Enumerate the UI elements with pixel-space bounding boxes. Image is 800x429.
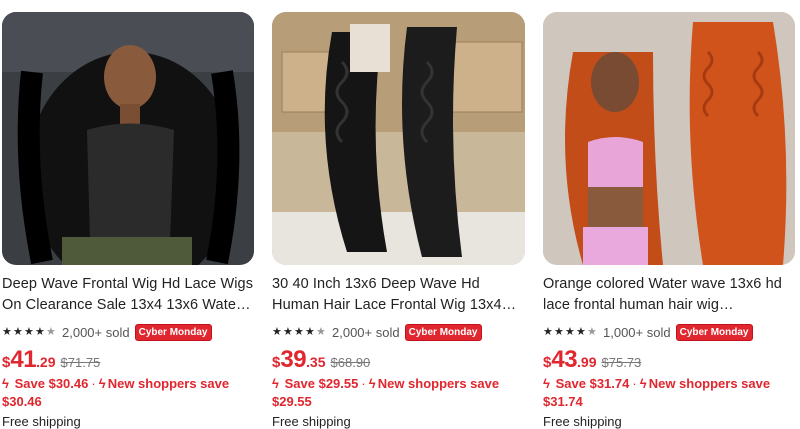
star-rating: ★ ★ ★ ★ ★: [2, 325, 57, 338]
price-currency: $: [543, 354, 552, 371]
lightning-icon: ϟ: [368, 376, 376, 391]
new-shopper-amount: $29.55: [272, 394, 312, 409]
original-price: $75.73: [601, 355, 642, 370]
star-icon: ★: [35, 325, 45, 338]
star-rating: ★ ★ ★ ★ ★: [543, 325, 598, 338]
new-shopper-amount: $30.46: [2, 394, 42, 409]
price-whole: 39: [280, 346, 307, 373]
rating-row: ★ ★ ★ ★ ★ 1,000+ sold Cyber Monday: [543, 323, 795, 341]
price-currency: $: [2, 354, 11, 371]
product-card[interactable]: Orange colored Water wave 13x6 hd lace f…: [543, 12, 795, 429]
product-image[interactable]: [2, 12, 254, 265]
shipping-label: Free shipping: [543, 414, 622, 429]
price-whole: 43: [551, 346, 578, 373]
lightning-icon: ϟ: [272, 376, 279, 391]
lightning-icon: ϟ: [98, 376, 106, 391]
star-half-icon: ★: [316, 325, 326, 338]
separator-dot: ·: [632, 376, 637, 391]
separator-dot: ·: [361, 376, 366, 391]
sold-count: 2,000+ sold: [62, 324, 130, 340]
new-shopper-amount: $31.74: [543, 394, 583, 409]
rating-row: ★ ★ ★ ★ ★ 2,000+ sold Cyber Monday: [2, 323, 254, 341]
product-card[interactable]: 30 40 Inch 13x6 Deep Wave Hd Human Hair …: [272, 12, 525, 429]
star-icon: ★: [576, 325, 586, 338]
lightning-icon: ϟ: [2, 376, 9, 391]
star-icon: ★: [543, 325, 553, 338]
star-icon: ★: [2, 325, 12, 338]
price-whole: 41: [10, 346, 37, 373]
product-title[interactable]: 30 40 Inch 13x6 Deep Wave Hd Human Hair …: [272, 274, 525, 316]
price: $ 39 .35 $68.90: [272, 346, 525, 373]
promo-badge: Cyber Monday: [404, 323, 482, 341]
separator-dot: ·: [91, 376, 96, 391]
price-cents: .29: [36, 354, 56, 370]
shipping-label: Free shipping: [2, 414, 81, 429]
star-half-icon: ★: [46, 325, 56, 338]
savings-line: ϟ Save $30.46 · ϟ New shoppers save $30.46: [2, 375, 254, 411]
price-cents: .99: [577, 354, 597, 370]
promo-badge: Cyber Monday: [675, 323, 753, 341]
save-amount: Save $29.55: [284, 376, 359, 391]
price-currency: $: [272, 354, 281, 371]
star-half-icon: ★: [587, 325, 597, 338]
sold-count: 1,000+ sold: [603, 324, 671, 340]
product-card[interactable]: Deep Wave Frontal Wig Hd Lace Wigs On Cl…: [2, 12, 254, 429]
lightning-icon: ϟ: [639, 376, 647, 391]
price: $ 41 .29 $71.75: [2, 346, 254, 373]
star-icon: ★: [565, 325, 575, 338]
product-title[interactable]: Deep Wave Frontal Wig Hd Lace Wigs On Cl…: [2, 274, 254, 316]
star-icon: ★: [13, 325, 23, 338]
save-amount: Save $31.74: [555, 376, 630, 391]
product-title[interactable]: Orange colored Water wave 13x6 hd lace f…: [543, 274, 795, 316]
lightning-icon: ϟ: [543, 376, 550, 391]
star-icon: ★: [294, 325, 304, 338]
price-cents: .35: [306, 354, 326, 370]
rating-row: ★ ★ ★ ★ ★ 2,000+ sold Cyber Monday: [272, 323, 525, 341]
product-image[interactable]: [272, 12, 525, 265]
price: $ 43 .99 $75.73: [543, 346, 795, 373]
savings-line: ϟ Save $29.55 · ϟ New shoppers save $29.55: [272, 375, 525, 411]
product-grid: Deep Wave Frontal Wig Hd Lace Wigs On Cl…: [0, 0, 800, 429]
star-rating: ★ ★ ★ ★ ★: [272, 325, 327, 338]
star-icon: ★: [554, 325, 564, 338]
product-image[interactable]: [543, 12, 795, 265]
original-price: $68.90: [330, 355, 371, 370]
sold-count: 2,000+ sold: [332, 324, 400, 340]
shipping-label: Free shipping: [272, 414, 351, 429]
new-shopper-save: New shoppers save: [648, 376, 771, 391]
star-icon: ★: [272, 325, 282, 338]
savings-line: ϟ Save $31.74 · ϟ New shoppers save $31.74: [543, 375, 795, 411]
save-amount: Save $30.46: [14, 376, 89, 391]
new-shopper-save: New shoppers save: [107, 376, 230, 391]
new-shopper-save: New shoppers save: [377, 376, 500, 391]
star-icon: ★: [24, 325, 34, 338]
original-price: $71.75: [60, 355, 101, 370]
promo-badge: Cyber Monday: [134, 323, 212, 341]
star-icon: ★: [283, 325, 293, 338]
star-icon: ★: [305, 325, 315, 338]
